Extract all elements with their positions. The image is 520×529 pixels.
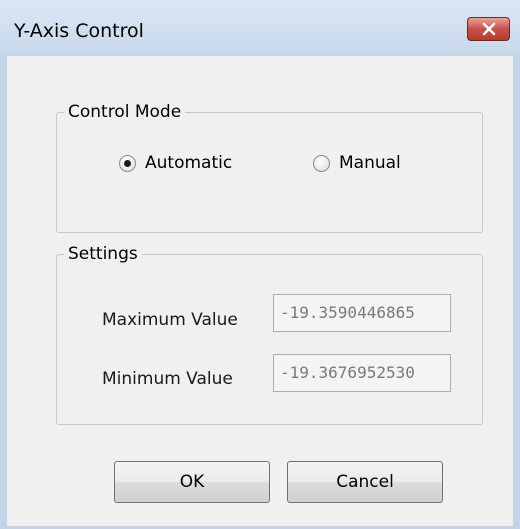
control-mode-legend: Control Mode (64, 101, 186, 123)
settings-group: Settings (56, 243, 483, 425)
minimum-value-label: Minimum Value (102, 369, 233, 389)
maximum-value-label: Maximum Value (102, 310, 238, 330)
radio-automatic[interactable]: Automatic (119, 153, 232, 173)
ok-button[interactable]: OK (114, 461, 270, 503)
control-mode-group: Control Mode Automatic Manual (56, 101, 483, 233)
cancel-button[interactable]: Cancel (287, 461, 443, 503)
ok-button-label: OK (179, 472, 205, 492)
title-bar[interactable]: Y-Axis Control (0, 0, 520, 56)
radio-manual-indicator[interactable] (313, 154, 330, 172)
dialog-window: Y-Axis Control Control Mode Automatic Ma… (0, 0, 520, 529)
radio-automatic-indicator[interactable] (119, 154, 136, 172)
radio-automatic-label[interactable]: Automatic (145, 153, 232, 173)
radio-selected-dot (124, 159, 131, 167)
dialog-content: Control Mode Automatic Manual Settings M… (7, 56, 513, 526)
maximum-value-field[interactable]: -19.3590446865 (273, 294, 451, 332)
minimum-value-field[interactable]: -19.3676952530 (273, 354, 451, 392)
close-button[interactable] (467, 17, 510, 41)
settings-legend: Settings (64, 243, 142, 265)
close-x-icon (482, 22, 495, 36)
cancel-button-label: Cancel (336, 472, 394, 492)
window-title: Y-Axis Control (14, 20, 144, 42)
radio-manual-label[interactable]: Manual (339, 153, 401, 173)
radio-manual[interactable]: Manual (313, 153, 401, 173)
